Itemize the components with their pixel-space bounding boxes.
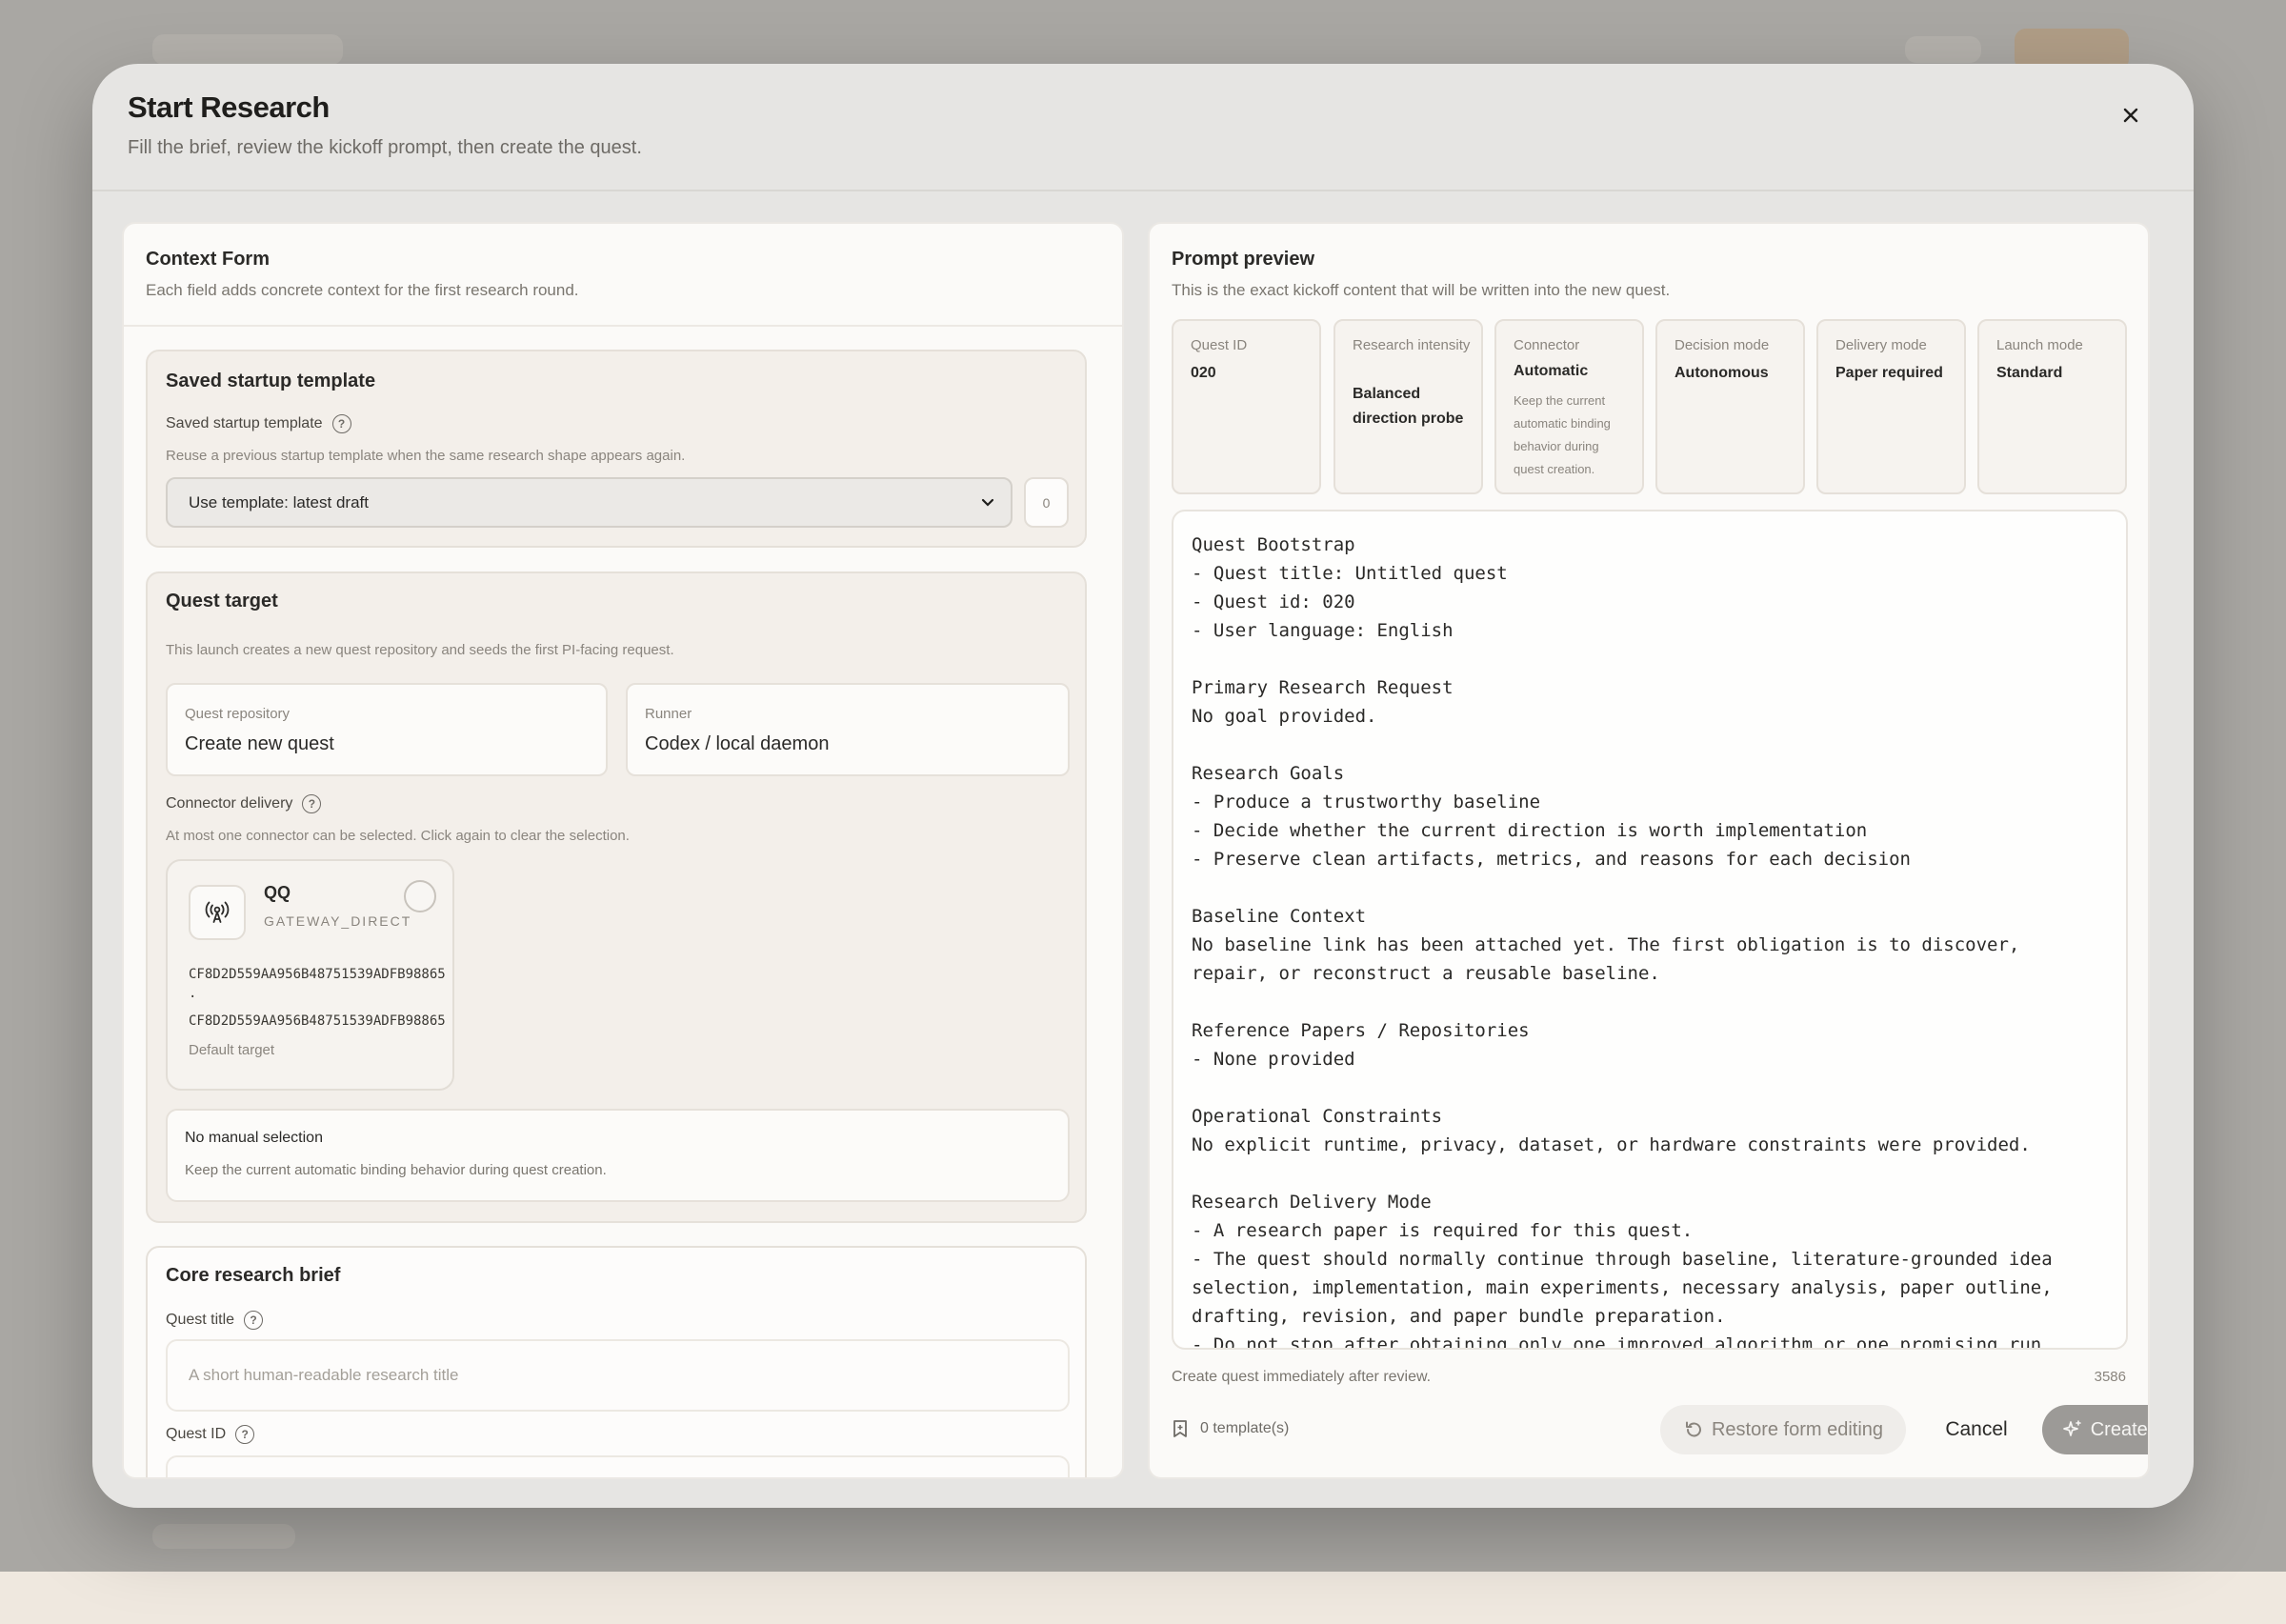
character-count: 3586: [2094, 1369, 2126, 1385]
help-icon[interactable]: ?: [331, 414, 351, 433]
meta-value: Balanced direction probe: [1353, 386, 1464, 427]
page-bottom-bar: [0, 1572, 2286, 1624]
saved-template-label: Saved startup template ?: [166, 414, 351, 433]
manual-selection-description: Keep the current automatic binding behav…: [185, 1162, 607, 1178]
connector-name: QQ: [264, 883, 291, 902]
meta-card-connector: Connector Automatic Keep the current aut…: [1494, 319, 1644, 494]
quest-target-title: Quest target: [166, 591, 278, 612]
meta-label: Connector: [1514, 337, 1580, 353]
template-count-text: 0 template(s): [1200, 1420, 1290, 1436]
cancel-button[interactable]: Cancel: [1923, 1405, 2030, 1454]
meta-card-quest-id: Quest ID 020: [1172, 319, 1321, 494]
runner-value: Codex / local daemon: [645, 733, 830, 754]
chevron-down-icon: [981, 498, 994, 507]
quest-target-hint: This launch creates a new quest reposito…: [166, 642, 674, 658]
restore-form-editing-button[interactable]: Restore form editing: [1660, 1405, 1906, 1454]
quest-title-label-text: Quest title: [166, 1312, 235, 1328]
prompt-preview-panel: Prompt preview This is the exact kickoff…: [1148, 222, 2150, 1479]
meta-value: 020: [1191, 365, 1216, 381]
dialog-subtitle: Fill the brief, review the kickoff promp…: [128, 137, 642, 158]
connector-icon-box: [189, 885, 246, 940]
close-button[interactable]: [2112, 96, 2150, 134]
connector-delivery-label-text: Connector delivery: [166, 795, 293, 812]
context-form-description: Each field adds concrete context for the…: [146, 281, 579, 299]
quest-title-label: Quest title ?: [166, 1311, 264, 1330]
no-manual-selection-option[interactable]: No manual selection Keep the current aut…: [166, 1109, 1070, 1202]
connector-type: GATEWAY_DIRECT: [264, 913, 412, 929]
prompt-text: Quest Bootstrap - Quest title: Untitled …: [1192, 534, 2053, 1350]
saved-template-title: Saved startup template: [166, 371, 376, 391]
meta-card-launch-mode: Launch mode Standard: [1977, 319, 2127, 494]
context-form-panel: Context Form Each field adds concrete co…: [122, 222, 1124, 1479]
help-icon[interactable]: ?: [302, 794, 322, 813]
runner-box: Runner Codex / local daemon: [626, 683, 1070, 776]
create-quest-label: Create quest: [2090, 1418, 2148, 1440]
quest-repository-label: Quest repository: [185, 706, 291, 722]
prompt-preview-title: Prompt preview: [1172, 249, 1315, 270]
runner-label: Runner: [645, 706, 692, 722]
meta-value: Standard: [1996, 365, 2063, 381]
create-quest-button[interactable]: Create quest: [2042, 1405, 2148, 1454]
template-count-indicator: 0 template(s): [1172, 1419, 1289, 1438]
quest-id-label-text: Quest ID: [166, 1426, 227, 1442]
connector-id-line: CF8D2D559AA956B48751539ADFB98865: [189, 967, 446, 982]
template-select-value: Use template: latest draft: [189, 492, 369, 511]
close-icon: [2123, 108, 2138, 123]
meta-label: Quest ID: [1191, 337, 1248, 353]
core-brief-title: Core research brief: [166, 1265, 341, 1286]
prompt-preview-description: This is the exact kickoff content that w…: [1172, 281, 1671, 299]
bookmark-icon: [1173, 1420, 1187, 1437]
start-research-dialog: Start Research Fill the brief, review th…: [92, 64, 2194, 1508]
meta-value: Paper required: [1835, 365, 1943, 381]
sparkles-icon: [2062, 1420, 2081, 1436]
meta-label: Launch mode: [1996, 337, 2083, 353]
quest-title-input[interactable]: [166, 1339, 1070, 1412]
connector-id-separator: .: [189, 986, 197, 1001]
meta-card-decision-mode: Decision mode Autonomous: [1655, 319, 1805, 494]
meta-extra: Keep the current automatic binding behav…: [1514, 393, 1611, 476]
quest-id-input[interactable]: [166, 1455, 1070, 1477]
connector-delivery-label: Connector delivery ?: [166, 794, 322, 813]
manual-selection-title: No manual selection: [185, 1130, 323, 1146]
quest-target-card: Quest target This launch creates a new q…: [146, 571, 1087, 1223]
connector-option-qq[interactable]: QQ GATEWAY_DIRECT CF8D2D559AA956B4875153…: [166, 859, 454, 1091]
template-select[interactable]: Use template: latest draft: [166, 477, 1013, 528]
prompt-textarea[interactable]: Quest Bootstrap - Quest title: Untitled …: [1172, 510, 2128, 1350]
help-icon[interactable]: ?: [235, 1425, 255, 1444]
quest-repository-value: Create new quest: [185, 733, 334, 754]
meta-label: Decision mode: [1674, 337, 1770, 353]
connector-hint: At most one connector can be selected. C…: [166, 828, 630, 844]
broadcast-antenna-icon: [205, 901, 230, 923]
help-icon[interactable]: ?: [244, 1311, 264, 1330]
dialog-header: Start Research Fill the brief, review th…: [92, 64, 2194, 191]
connector-default-target: Default target: [189, 1042, 275, 1058]
saved-template-label-text: Saved startup template: [166, 415, 323, 431]
template-count: 0: [1024, 477, 1069, 528]
divider: [124, 325, 1122, 327]
connector-id-line: CF8D2D559AA956B48751539ADFB98865: [189, 1013, 446, 1029]
saved-template-card: Saved startup template Saved startup tem…: [146, 350, 1087, 548]
connector-radio[interactable]: [404, 880, 436, 912]
saved-template-hint: Reuse a previous startup template when t…: [166, 448, 686, 464]
quest-id-label: Quest ID ?: [166, 1425, 255, 1444]
meta-label: Research intensity: [1353, 337, 1471, 353]
footer-note: Create quest immediately after review.: [1172, 1369, 1432, 1385]
meta-value: Automatic: [1514, 363, 1589, 379]
quest-repository-box: Quest repository Create new quest: [166, 683, 608, 776]
context-form-title: Context Form: [146, 249, 270, 270]
restore-icon: [1685, 1421, 1701, 1437]
restore-form-editing-label: Restore form editing: [1711, 1418, 1884, 1440]
meta-card-delivery-mode: Delivery mode Paper required: [1816, 319, 1966, 494]
core-brief-card: Core research brief Quest title ? Quest …: [146, 1246, 1087, 1477]
dialog-title: Start Research: [128, 90, 330, 124]
meta-value: Autonomous: [1674, 365, 1769, 381]
meta-label: Delivery mode: [1835, 337, 1927, 353]
meta-card-research-intensity: Research intensity Balanced direction pr…: [1334, 319, 1483, 494]
